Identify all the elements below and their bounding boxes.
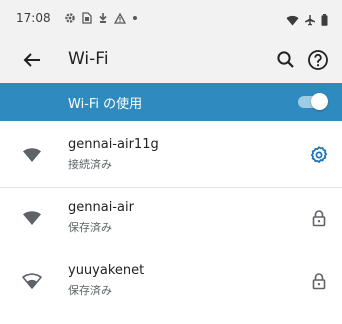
divider	[0, 187, 342, 188]
settings-icon	[64, 12, 76, 24]
network-status: 保存済み	[68, 284, 112, 297]
network-item[interactable]: gennai-air11g 接続済み	[0, 126, 342, 186]
sim-icon	[82, 12, 92, 24]
wifi-icon	[286, 11, 299, 30]
network-item[interactable]: gennai-air 保存済み	[0, 189, 342, 249]
status-right-icons	[286, 11, 328, 30]
lock-icon	[308, 207, 330, 229]
battery-icon	[321, 11, 328, 30]
wifi-master-label: Wi-Fi の使用	[68, 97, 143, 112]
page-title: Wi-Fi	[68, 49, 109, 69]
search-icon[interactable]	[274, 48, 298, 72]
back-arrow-icon[interactable]	[20, 48, 44, 72]
status-bar: 17:08	[0, 0, 342, 36]
network-status: 保存済み	[68, 221, 112, 234]
notification-icons	[64, 10, 138, 26]
wifi-toggle[interactable]	[298, 93, 328, 110]
wifi-master-switch-row[interactable]: Wi-Fi の使用	[0, 83, 342, 121]
wifi-signal-partial-icon	[22, 272, 42, 290]
network-name: gennai-air	[68, 200, 134, 215]
network-name: yuuyakenet	[68, 263, 145, 278]
network-item[interactable]: yuuyakenet 保存済み	[0, 252, 342, 312]
network-status: 接続済み	[68, 158, 112, 171]
help-icon[interactable]	[306, 48, 330, 72]
dot-icon	[132, 15, 138, 21]
airplane-icon	[304, 11, 316, 30]
network-name: gennai-air11g	[68, 137, 159, 152]
download-icon	[98, 12, 108, 24]
gear-icon[interactable]	[308, 144, 330, 166]
status-time: 17:08	[16, 11, 51, 25]
app-bar: Wi-Fi	[0, 36, 342, 83]
wifi-signal-full-icon	[22, 209, 42, 227]
toggle-thumb	[311, 93, 328, 110]
alert-icon	[114, 12, 126, 24]
wifi-signal-full-icon	[22, 146, 42, 164]
lock-icon	[308, 270, 330, 292]
